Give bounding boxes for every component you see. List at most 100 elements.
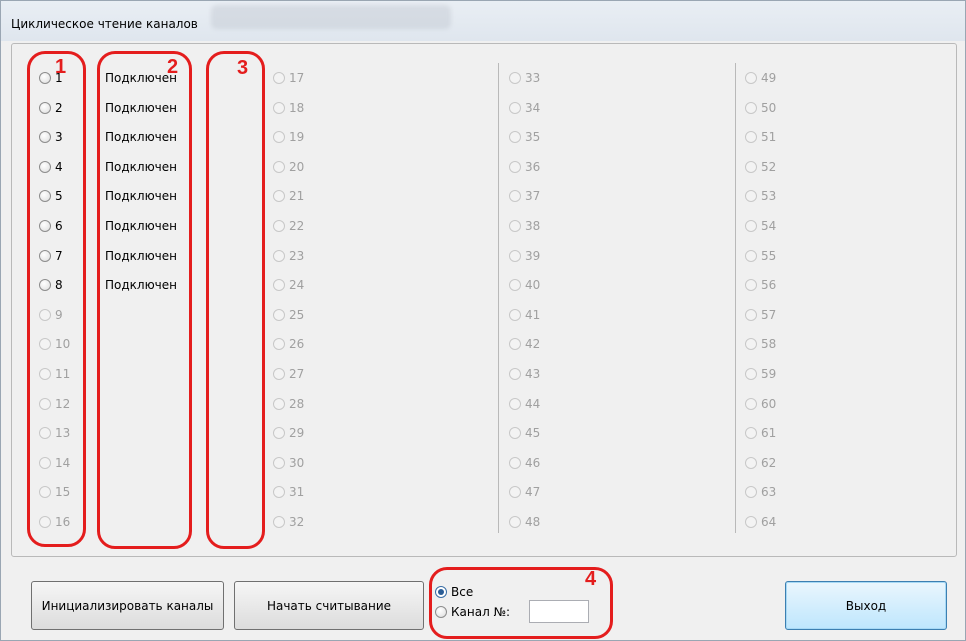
channel-radio[interactable]: 54 [745, 218, 776, 234]
radio-icon [273, 161, 285, 173]
radio-icon [745, 220, 757, 232]
channel-label: 51 [761, 130, 777, 144]
initialize-channels-button[interactable]: Инициализировать каналы [31, 581, 224, 630]
channel-label: 55 [761, 249, 777, 263]
channel-label: 31 [289, 485, 305, 499]
channel-label: 46 [525, 456, 541, 470]
channel-label: 43 [525, 367, 541, 381]
channel-radio[interactable]: 45 [509, 425, 540, 441]
channel-radio[interactable]: 57 [745, 307, 776, 323]
channel-radio[interactable]: 59 [745, 366, 776, 382]
mode-all-radio[interactable]: Все [435, 584, 473, 600]
channel-label: 22 [289, 219, 305, 233]
channel-radio[interactable]: 51 [745, 129, 776, 145]
channel-radio[interactable]: 27 [273, 366, 304, 382]
channel-radio[interactable]: 31 [273, 484, 304, 500]
radio-icon [745, 161, 757, 173]
channel-label: 23 [289, 249, 305, 263]
channel-radio[interactable]: 33 [509, 70, 540, 86]
channel-radio[interactable]: 24 [273, 277, 304, 293]
mode-all-label: Все [451, 585, 474, 599]
column-divider [498, 63, 499, 533]
channel-radio[interactable]: 19 [273, 129, 304, 145]
channel-radio[interactable]: 23 [273, 248, 304, 264]
radio-icon [509, 190, 521, 202]
channel-radio[interactable]: 20 [273, 159, 304, 175]
radio-icon [745, 457, 757, 469]
mode-channel-radio[interactable]: Канал №: [435, 604, 510, 620]
channel-radio[interactable]: 40 [509, 277, 540, 293]
channel-label: 29 [289, 426, 305, 440]
channel-radio[interactable]: 56 [745, 277, 776, 293]
channel-radio[interactable]: 44 [509, 396, 540, 412]
channel-label: 54 [761, 219, 777, 233]
channel-label: 41 [525, 308, 541, 322]
channel-radio[interactable]: 26 [273, 336, 304, 352]
radio-icon [509, 102, 521, 114]
channel-radio[interactable]: 53 [745, 188, 776, 204]
channel-radio[interactable]: 62 [745, 455, 776, 471]
radio-icon [273, 220, 285, 232]
channel-radio[interactable]: 42 [509, 336, 540, 352]
radio-icon [273, 102, 285, 114]
dialog-window: Циклическое чтение каналов 1 2 3 4 5 6 7 8 9 10 11… [0, 0, 966, 641]
annotation-label-4: 4 [585, 568, 597, 590]
channel-radio[interactable]: 41 [509, 307, 540, 323]
channel-radio[interactable]: 18 [273, 100, 304, 116]
channel-number-input[interactable] [529, 600, 589, 623]
channel-radio[interactable]: 37 [509, 188, 540, 204]
channel-radio[interactable]: 17 [273, 70, 304, 86]
channel-radio[interactable]: 48 [509, 514, 540, 530]
channel-radio[interactable]: 38 [509, 218, 540, 234]
channel-radio[interactable]: 25 [273, 307, 304, 323]
channel-radio[interactable]: 64 [745, 514, 776, 530]
channel-radio[interactable]: 34 [509, 100, 540, 116]
channel-radio[interactable]: 60 [745, 396, 776, 412]
channel-label: 59 [761, 367, 777, 381]
channel-radio[interactable]: 43 [509, 366, 540, 382]
channel-label: 50 [761, 101, 777, 115]
channel-radio[interactable]: 39 [509, 248, 540, 264]
channel-radio[interactable]: 21 [273, 188, 304, 204]
channel-radio[interactable]: 32 [273, 514, 304, 530]
channel-radio[interactable]: 30 [273, 455, 304, 471]
channel-label: 26 [289, 337, 305, 351]
channel-radio[interactable]: 29 [273, 425, 304, 441]
channel-radio[interactable]: 55 [745, 248, 776, 264]
channel-label: 24 [289, 278, 305, 292]
radio-icon [509, 131, 521, 143]
radio-selected-icon [435, 586, 447, 598]
channel-radio[interactable]: 47 [509, 484, 540, 500]
channel-radio[interactable]: 46 [509, 455, 540, 471]
channel-radio[interactable]: 61 [745, 425, 776, 441]
radio-icon [509, 279, 521, 291]
radio-icon [745, 131, 757, 143]
annotation-oval-2 [97, 51, 192, 549]
channel-radio[interactable]: 49 [745, 70, 776, 86]
radio-icon [273, 338, 285, 350]
channel-radio[interactable]: 28 [273, 396, 304, 412]
radio-icon [509, 161, 521, 173]
radio-icon [273, 427, 285, 439]
channel-radio[interactable]: 63 [745, 484, 776, 500]
channel-label: 49 [761, 71, 777, 85]
channel-radio[interactable]: 52 [745, 159, 776, 175]
start-reading-button[interactable]: Начать считывание [234, 581, 424, 630]
column-divider [735, 63, 736, 533]
channel-label: 45 [525, 426, 541, 440]
exit-button[interactable]: Выход [785, 581, 947, 630]
channel-radio[interactable]: 36 [509, 159, 540, 175]
channel-label: 17 [289, 71, 305, 85]
channel-radio[interactable]: 58 [745, 336, 776, 352]
annotation-oval-1 [27, 51, 86, 547]
channel-label: 48 [525, 515, 541, 529]
channel-radio[interactable]: 50 [745, 100, 776, 116]
radio-icon [745, 250, 757, 262]
radio-icon [509, 338, 521, 350]
channel-radio[interactable]: 35 [509, 129, 540, 145]
channel-label: 56 [761, 278, 777, 292]
channel-radio[interactable]: 22 [273, 218, 304, 234]
radio-icon [273, 250, 285, 262]
radio-icon [745, 309, 757, 321]
channel-label: 19 [289, 130, 305, 144]
